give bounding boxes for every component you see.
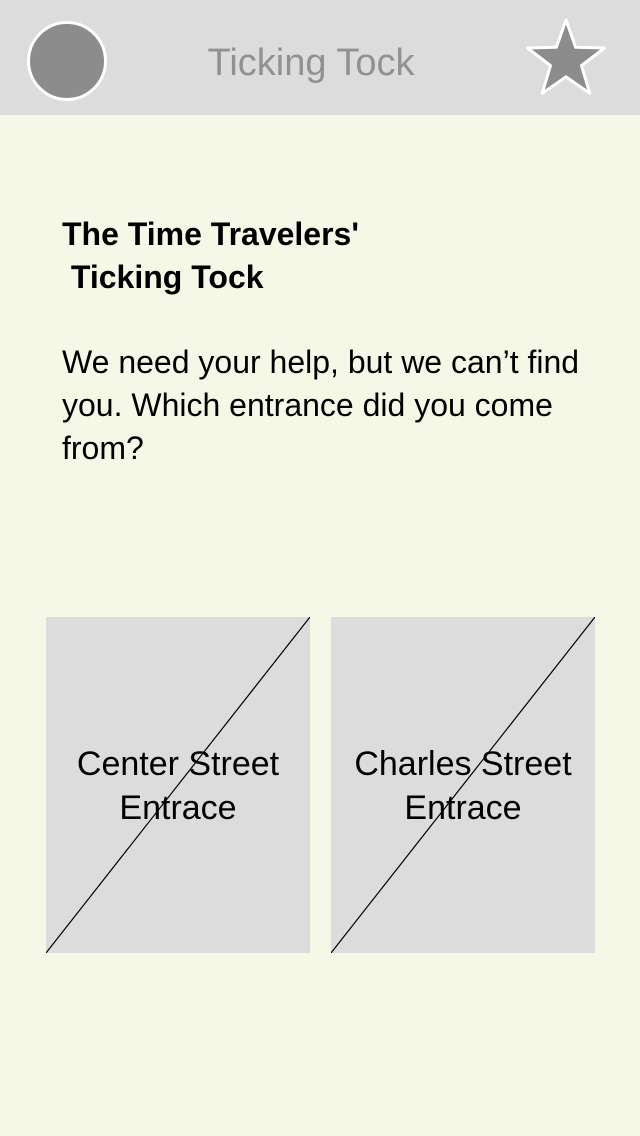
entrance-label: Center Street Entrace bbox=[76, 745, 280, 827]
page-heading: The Time Travelers' Ticking Tock bbox=[62, 216, 359, 295]
star-icon[interactable] bbox=[524, 16, 608, 96]
charles-street-entrance-button[interactable]: Charles Street Entrace bbox=[331, 617, 595, 953]
entrance-prompt: We need your help, but we can’t find you… bbox=[62, 344, 580, 466]
top-bar: Ticking Tock bbox=[0, 0, 640, 115]
entrance-label: Charles Street Entrace bbox=[354, 745, 572, 827]
center-street-entrance-button[interactable]: Center Street Entrace bbox=[46, 617, 310, 953]
